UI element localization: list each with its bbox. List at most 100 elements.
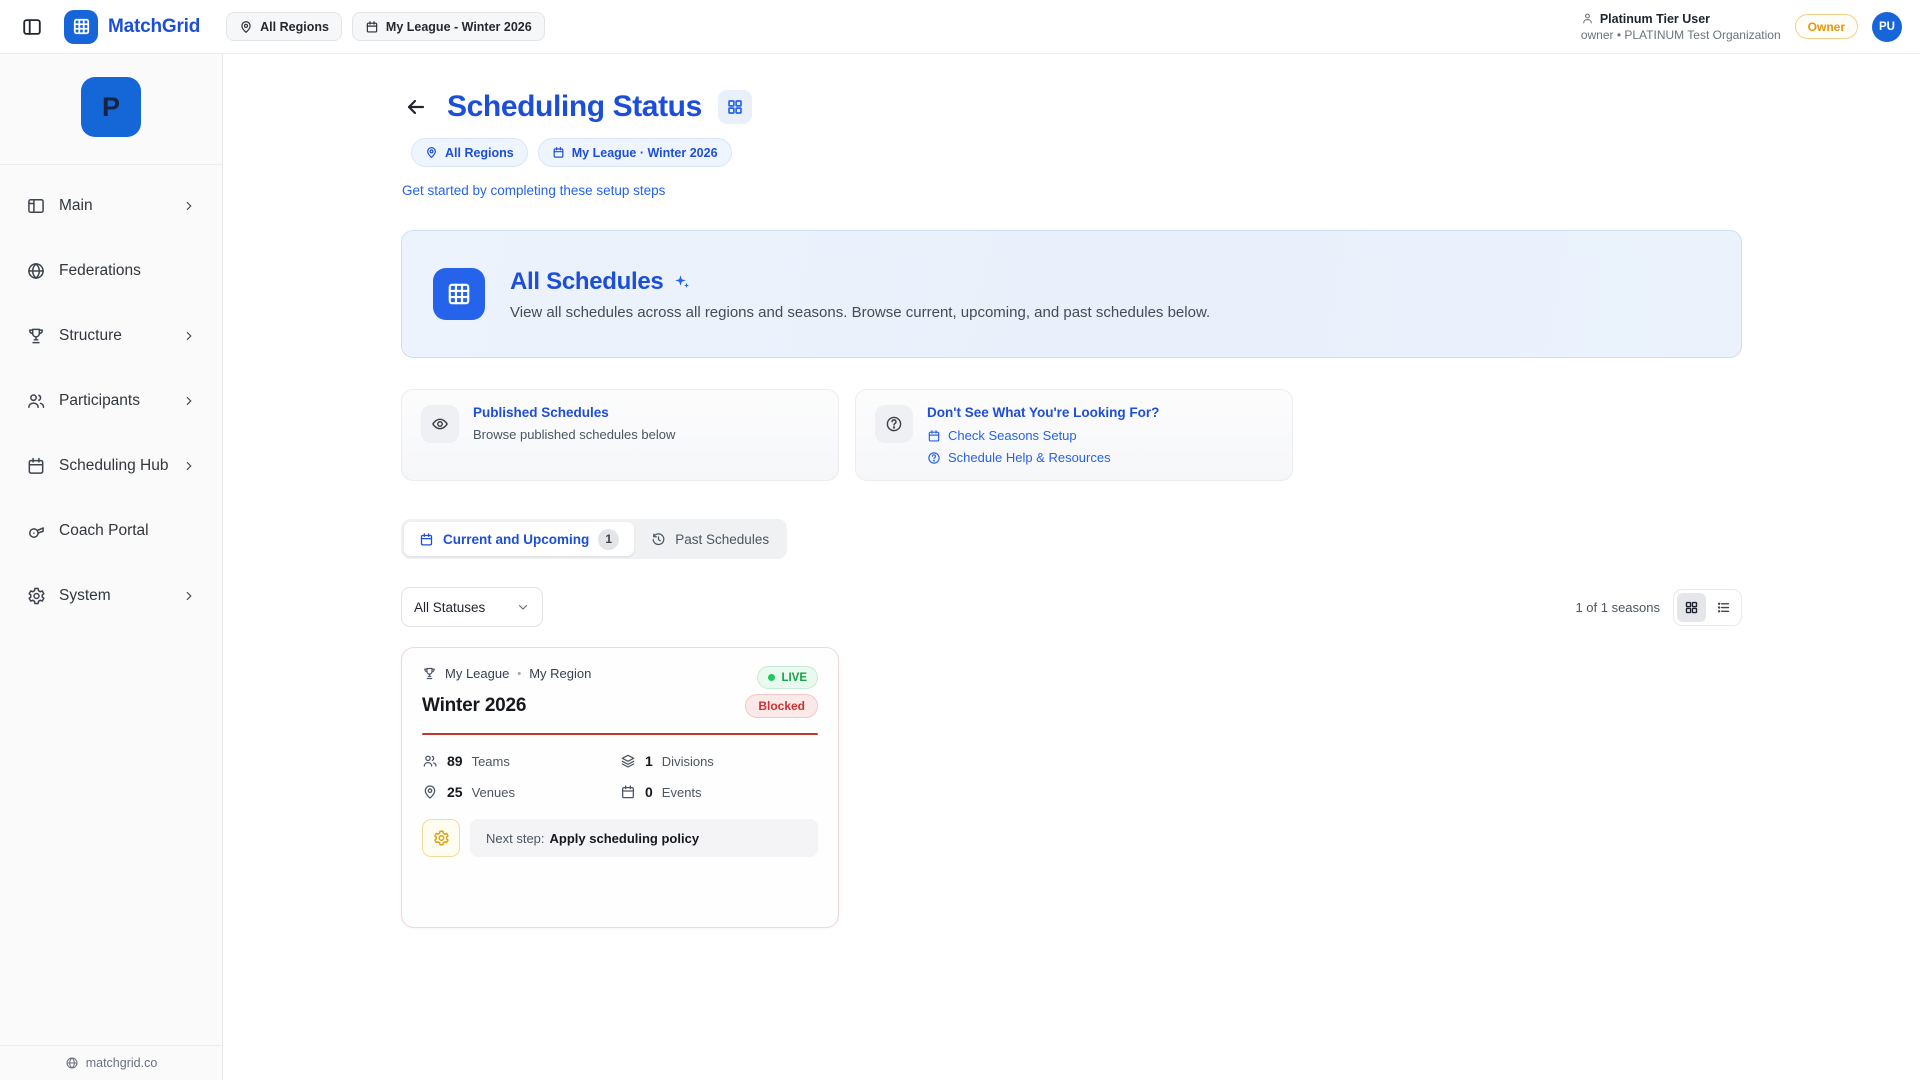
chevron-down-icon <box>516 600 530 614</box>
gear-icon <box>26 586 46 606</box>
sidebar-item-label: System <box>59 587 111 605</box>
region-chip[interactable]: All Regions <box>226 12 342 41</box>
tab-label: Past Schedules <box>675 532 769 547</box>
sidebar-item-label: Main <box>59 197 93 215</box>
layers-icon <box>620 753 636 769</box>
tab-current-and-upcoming[interactable]: Current and Upcoming 1 <box>404 522 634 556</box>
sidebar-item-structure[interactable]: Structure <box>16 315 206 357</box>
history-clock-icon <box>651 532 666 547</box>
page-region-chip[interactable]: All Regions <box>411 138 528 167</box>
help-card: Don't See What You're Looking For? Check… <box>855 389 1293 481</box>
footer-link-label: matchgrid.co <box>86 1056 158 1070</box>
status-filter-value: All Statuses <box>414 600 485 615</box>
page-season-chip[interactable]: My League · Winter 2026 <box>538 138 732 167</box>
status-filter-select[interactable]: All Statuses <box>401 587 543 627</box>
result-count: 1 of 1 seasons <box>1575 600 1660 615</box>
season-region: My Region <box>529 666 591 681</box>
season-card-winter-2026[interactable]: My League • My Region LIVE Winter 2026 B… <box>401 647 839 928</box>
season-chip-label: My League - Winter 2026 <box>386 20 532 34</box>
tab-label: Current and Upcoming <box>443 532 589 547</box>
published-schedules-link[interactable]: Published Schedules <box>473 405 675 420</box>
check-seasons-setup-label: Check Seasons Setup <box>948 428 1077 443</box>
user-menu[interactable]: Platinum Tier User owner • PLATINUM Test… <box>1581 12 1781 42</box>
stat-value: 25 <box>447 784 463 800</box>
location-pin-icon <box>425 146 438 159</box>
schedule-tabs: Current and Upcoming 1 Past Schedules <box>401 519 787 559</box>
next-step-action[interactable]: Next step: Apply scheduling policy <box>470 819 818 857</box>
check-seasons-setup-link[interactable]: Check Seasons Setup <box>927 428 1159 443</box>
sidebar-item-scheduling-hub[interactable]: Scheduling Hub <box>16 445 206 487</box>
sidebar-item-system[interactable]: System <box>16 575 206 617</box>
sidebar-item-label: Federations <box>59 262 141 280</box>
season-title: Winter 2026 <box>422 695 526 717</box>
grid-view-title-button[interactable] <box>718 90 752 124</box>
list-view-button[interactable] <box>1709 593 1738 622</box>
schedule-help-link[interactable]: Schedule Help & Resources <box>927 450 1159 465</box>
calendar-icon <box>26 456 46 476</box>
stat-value: 0 <box>645 784 653 800</box>
stat-value: 89 <box>447 753 463 769</box>
sidebar-item-label: Scheduling Hub <box>59 457 168 475</box>
stat-label: Teams <box>472 754 510 769</box>
view-toggle <box>1673 589 1742 626</box>
stat-divisions: 1 Divisions <box>620 753 818 769</box>
sidebar-footer-link[interactable]: matchgrid.co <box>0 1045 222 1080</box>
panel-toggle-icon <box>21 16 43 38</box>
org-logo[interactable]: P <box>81 77 141 137</box>
trophy-icon <box>422 666 437 681</box>
sidebar-item-participants[interactable]: Participants <box>16 380 206 422</box>
sidebar-toggle-button[interactable] <box>16 11 48 43</box>
sidebar-item-label: Structure <box>59 327 122 345</box>
published-schedules-card[interactable]: Published Schedules Browse published sch… <box>401 389 839 481</box>
chevron-right-icon <box>182 199 196 213</box>
brand-name: MatchGrid <box>108 16 200 38</box>
live-badge-label: LIVE <box>781 672 807 684</box>
users-icon <box>422 753 438 769</box>
tab-past-schedules[interactable]: Past Schedules <box>636 522 784 556</box>
sidebar-item-main[interactable]: Main <box>16 185 206 227</box>
users-icon <box>26 391 46 411</box>
main-content: Scheduling Status All Regions <box>223 54 1920 1080</box>
stat-events: 0 Events <box>620 784 818 800</box>
chevron-right-icon <box>182 394 196 408</box>
calendar-icon <box>365 20 379 34</box>
stat-label: Events <box>662 785 702 800</box>
sidebar: P Main Federations <box>0 54 223 1080</box>
sidebar-item-label: Participants <box>59 392 140 410</box>
chevron-right-icon <box>182 589 196 603</box>
list-icon <box>1716 600 1731 615</box>
setup-steps-link[interactable]: Get started by completing these setup st… <box>402 183 665 198</box>
page-title: Scheduling Status <box>447 90 702 124</box>
page-season-chip-label: My League · Winter 2026 <box>572 146 718 160</box>
sidebar-item-federations[interactable]: Federations <box>16 250 206 292</box>
season-chip[interactable]: My League - Winter 2026 <box>352 12 545 41</box>
season-stats: 89 Teams 1 Divisions 25 <box>422 753 818 800</box>
help-circle-icon <box>875 405 913 443</box>
eye-icon <box>421 405 459 443</box>
published-schedules-desc: Browse published schedules below <box>473 427 675 442</box>
sidebar-item-label: Coach Portal <box>59 522 149 540</box>
brand-logo[interactable]: MatchGrid <box>64 10 200 44</box>
help-circle-icon <box>927 451 941 465</box>
grid-view-button[interactable] <box>1677 593 1706 622</box>
season-status-divider <box>422 733 818 735</box>
grid-2x2-icon <box>726 98 744 116</box>
calendar-icon <box>927 429 941 443</box>
stat-venues: 25 Venues <box>422 784 620 800</box>
back-button[interactable] <box>401 92 431 122</box>
help-card-title: Don't See What You're Looking For? <box>927 405 1159 420</box>
user-name: Platinum Tier User <box>1600 12 1710 26</box>
chevron-right-icon <box>182 459 196 473</box>
next-step-action-label: Apply scheduling policy <box>550 831 700 846</box>
sparkles-icon <box>673 273 691 291</box>
stat-label: Venues <box>472 785 515 800</box>
globe-icon <box>26 261 46 281</box>
season-league: My League <box>445 666 509 681</box>
sidebar-nav: Main Federations Structure <box>0 165 222 1045</box>
live-dot <box>768 674 775 681</box>
sidebar-item-coach-portal[interactable]: Coach Portal <box>16 510 206 552</box>
stat-value: 1 <box>645 753 653 769</box>
page-context-chips: All Regions My League · Winter 2026 <box>411 138 1742 167</box>
panel-icon <box>26 196 46 216</box>
avatar[interactable]: PU <box>1872 12 1902 42</box>
